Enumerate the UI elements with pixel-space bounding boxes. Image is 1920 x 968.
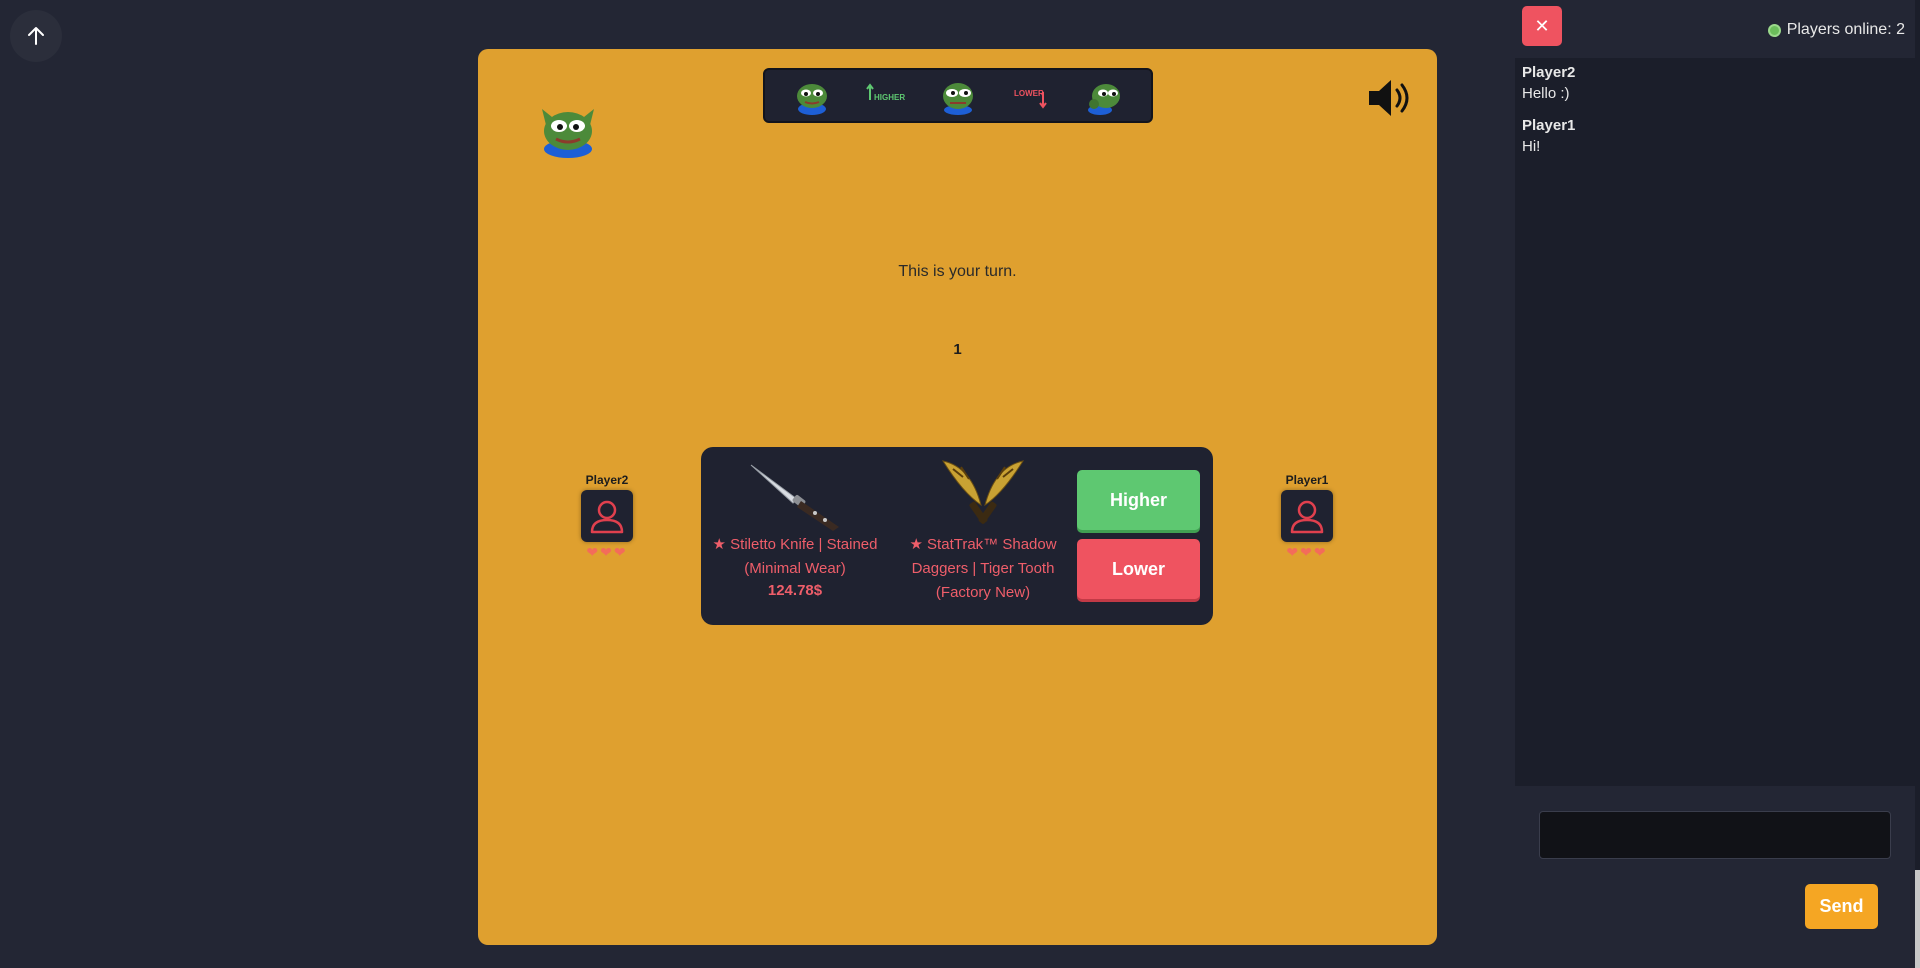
players-online-text: Players online: 2 <box>1786 21 1905 38</box>
message-author: Player2 <box>1522 64 1576 81</box>
pepe-avatar-icon <box>538 99 598 159</box>
close-chat-button[interactable]: ✕ <box>1522 6 1562 46</box>
next-item: ★ StatTrak™ Shadow Daggers | Tiger Tooth… <box>898 457 1068 605</box>
item-comparison-card: ★ Stiletto Knife | Stained (Minimal Wear… <box>701 447 1213 625</box>
scroll-top-button[interactable] <box>10 10 62 62</box>
lives-hearts: ❤❤❤ <box>1286 544 1328 560</box>
turn-status-text: This is your turn. <box>898 263 1017 280</box>
player-left: Player2 ❤❤❤ <box>567 473 647 560</box>
online-indicator-icon <box>1767 23 1781 37</box>
chat-messages: Player2 Hello :) Player1 Hi! <box>1515 58 1915 172</box>
chat-header: ✕ Players online: 2 <box>1515 0 1915 58</box>
avatar <box>581 490 633 542</box>
player-name: Player1 <box>1285 473 1329 487</box>
chat-message-input[interactable] <box>1539 811 1891 859</box>
avatar <box>1281 490 1333 542</box>
arrow-up-icon <box>28 27 44 45</box>
players-online-status: Players online: 2 <box>1767 21 1905 39</box>
chat-message: Player1 Hi! <box>1522 115 1908 157</box>
pepe-think-icon[interactable] <box>1083 75 1125 117</box>
current-item: ★ Stiletto Knife | Stained (Minimal Wear… <box>710 457 880 601</box>
lives-hearts: ❤❤❤ <box>586 544 628 560</box>
higher-emote-icon[interactable]: HIGHER <box>864 75 906 117</box>
round-counter: 1 <box>953 341 962 358</box>
user-icon <box>590 500 624 534</box>
lower-button[interactable]: Lower <box>1077 539 1200 599</box>
chat-footer: Send <box>1515 786 1915 968</box>
chat-panel: ✕ Players online: 2 Player2 Hello :) Pla… <box>1515 0 1915 968</box>
pepe-hands-icon[interactable] <box>791 75 833 117</box>
game-panel: HIGHER LOWER This is your turn. 1 Player… <box>478 49 1437 945</box>
item-price: 124.78$ <box>767 582 823 599</box>
item-name: ★ Stiletto Knife | Stained (Minimal Wear… <box>712 536 878 577</box>
message-text: Hello :) <box>1522 85 1570 102</box>
emote-bar: HIGHER LOWER <box>763 68 1153 123</box>
message-text: Hi! <box>1522 138 1541 155</box>
chat-message: Player2 Hello :) <box>1522 62 1908 104</box>
scrollbar-thumb[interactable] <box>1915 870 1920 968</box>
lower-emote-icon[interactable]: LOWER <box>1010 75 1052 117</box>
higher-button[interactable]: Higher <box>1077 470 1200 530</box>
stiletto-knife-image <box>710 457 880 531</box>
svg-text:HIGHER: HIGHER <box>874 93 905 102</box>
pepe-stare-icon[interactable] <box>937 75 979 117</box>
svg-text:LOWER: LOWER <box>1014 89 1044 98</box>
speaker-icon[interactable] <box>1365 72 1417 124</box>
player-right: Player1 ❤❤❤ <box>1267 473 1347 560</box>
send-button[interactable]: Send <box>1805 884 1878 929</box>
page-scrollbar[interactable] <box>1915 0 1920 968</box>
player-name: Player2 <box>585 473 629 487</box>
message-author: Player1 <box>1522 117 1576 134</box>
user-icon <box>1290 500 1324 534</box>
shadow-daggers-image <box>898 457 1068 531</box>
item-name: ★ StatTrak™ Shadow Daggers | Tiger Tooth… <box>909 536 1057 601</box>
